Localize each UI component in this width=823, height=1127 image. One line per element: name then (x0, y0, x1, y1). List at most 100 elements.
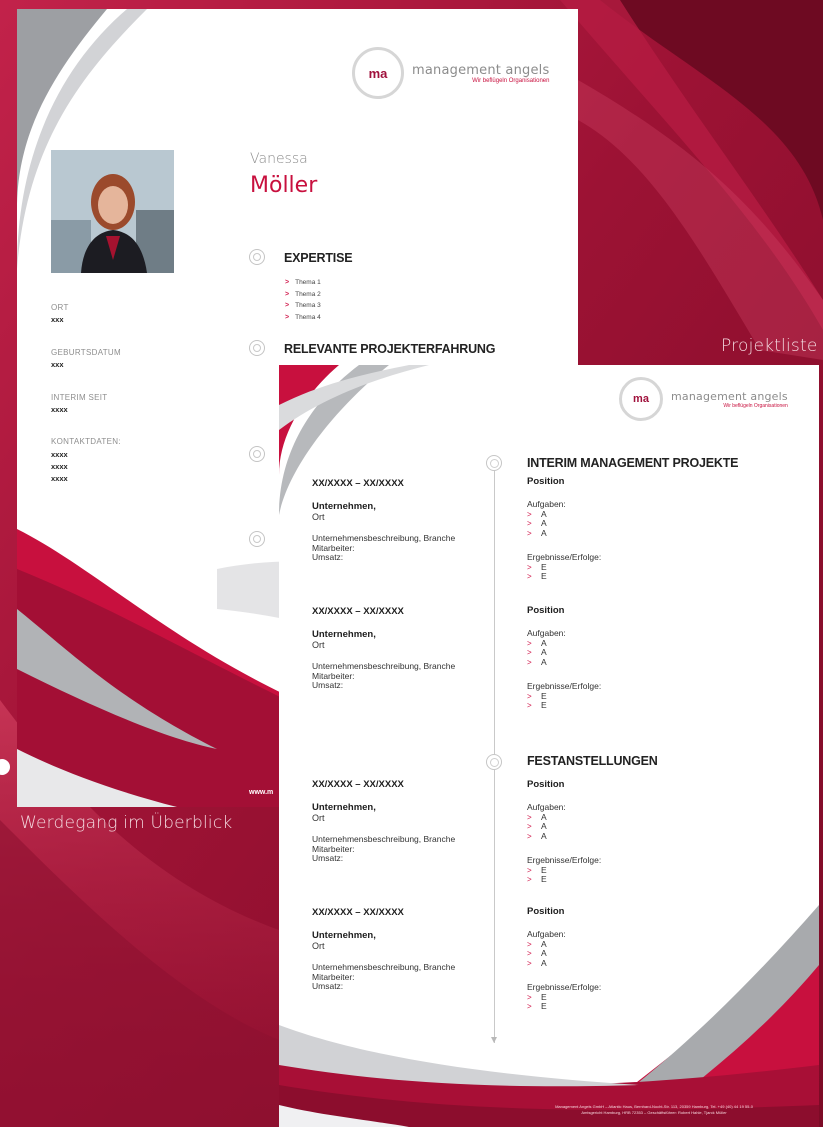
list-item: > A (527, 821, 547, 831)
list-item: > E (527, 561, 547, 572)
company-description: Unternehmensbeschreibung, Branche Mitarb… (312, 661, 456, 690)
chevron-right-icon: > (527, 831, 532, 841)
first-name: Vanessa (250, 151, 308, 167)
page-footer: Management Angels GmbH – Atlantic Haus, … (555, 1104, 753, 1115)
field-label-kontaktdaten: KONTAKTDATEN: (51, 437, 121, 446)
list-item: > Thema 2 (285, 289, 321, 301)
chevron-right-icon: > (527, 638, 532, 648)
ergebnisse-label: Ergebnisse/Erfolge: (527, 855, 602, 865)
chevron-right-icon: > (527, 648, 532, 657)
field-value-interim-seit: xxxx (51, 405, 68, 414)
company-location: Ort (312, 813, 325, 823)
project-date: XX/XXXX – XX/XXXX (312, 907, 404, 918)
field-value-ort: xxx (51, 315, 64, 324)
project-entry-left: XX/XXXX – XX/XXXX Unternehmen, Ort Unter… (312, 478, 487, 563)
logo-mark-icon: ma (619, 377, 663, 421)
list-item: > Thema 4 (285, 312, 321, 324)
website-link[interactable]: www.m (249, 789, 273, 796)
timeline-line (494, 461, 495, 1043)
expertise-topic-list: > Thema 1 > Thema 2 > Thema 3 > Thema 4 (285, 277, 321, 323)
project-date: XX/XXXX – XX/XXXX (312, 779, 404, 790)
handshake-icon (249, 340, 265, 356)
chevron-right-icon: > (527, 519, 532, 528)
company-location: Ort (312, 512, 325, 522)
list-item: > A (527, 656, 547, 667)
logo: ma management angels Wir beflügeln Organ… (352, 47, 549, 99)
section-title-relevant: RELEVANTE PROJEKTERFAHRUNG (284, 342, 496, 356)
project-date: XX/XXXX – XX/XXXX (312, 606, 404, 617)
position-title: Position (527, 605, 565, 616)
lightbulb-icon (249, 249, 265, 265)
company-name: Unternehmen, (312, 629, 376, 640)
project-entry-right: Position Aufgaben: > A > A > A Ergebnisse/E… (527, 605, 787, 711)
project-date: XX/XXXX – XX/XXXX (312, 478, 404, 489)
project-entry-right: Position Aufgaben: > A > A > A Ergebnisse/E… (527, 779, 787, 885)
position-title: Position (527, 476, 565, 487)
field-value-kontakt-2: xxxx (51, 462, 68, 471)
aufgaben-label: Aufgaben: (527, 929, 566, 939)
field-value-kontakt-3: xxxx (51, 474, 68, 483)
aufgaben-label: Aufgaben: (527, 499, 566, 509)
list-item: > A (527, 948, 547, 958)
project-entry-right: Position Aufgaben: > A > A > A Ergebnisse/E… (527, 906, 787, 1012)
chevron-right-icon: > (527, 865, 532, 875)
chevron-right-icon: > (527, 875, 532, 884)
chevron-right-icon: > (285, 302, 290, 309)
field-label-interim-seit: INTERIM SEIT (51, 393, 108, 402)
person-portrait-icon (51, 150, 174, 273)
certificate-icon (249, 531, 265, 547)
list-item: > A (527, 938, 547, 949)
project-entry-left: XX/XXXX – XX/XXXX Unternehmen, Ort Unter… (312, 907, 487, 992)
list-item: > A (527, 957, 547, 968)
logo-tagline: Wir beflügeln Organisationen (723, 402, 788, 409)
chevron-right-icon: > (527, 939, 532, 949)
project-entry-left: XX/XXXX – XX/XXXX Unternehmen, Ort Unter… (312, 606, 487, 691)
chevron-right-icon: > (285, 279, 290, 286)
list-item: > A (527, 830, 547, 841)
document-icon (249, 446, 265, 462)
logo-tagline: Wir beflügeln Organisationen (472, 77, 550, 84)
position-title: Position (527, 906, 565, 917)
section-title-expertise: EXPERTISE (284, 251, 353, 265)
list-item: > E (527, 690, 547, 701)
document-icon (486, 455, 502, 471)
chevron-right-icon: > (527, 1002, 532, 1011)
field-label-geburtsdatum: GEBURTSDATUM (51, 348, 121, 357)
list-item: > A (527, 527, 547, 538)
arrow-down-icon (491, 1037, 497, 1043)
position-title: Position (527, 779, 565, 790)
document-icon (486, 754, 502, 770)
chevron-right-icon: > (527, 958, 532, 968)
caption-projektliste: Projektliste (721, 336, 818, 356)
list-item: > E (527, 874, 547, 884)
list-item: > E (527, 1001, 547, 1011)
list-item: > Thema 3 (285, 300, 321, 312)
company-location: Ort (312, 941, 325, 951)
list-item: > A (527, 637, 547, 648)
chevron-right-icon: > (527, 691, 532, 701)
chevron-right-icon: > (527, 509, 532, 519)
ergebnisse-label: Ergebnisse/Erfolge: (527, 982, 602, 992)
last-name: Möller (250, 173, 318, 198)
section-title-festanstellungen: FESTANSTELLUNGEN (527, 754, 658, 768)
company-name: Unternehmen, (312, 930, 376, 941)
chevron-right-icon: > (527, 949, 532, 958)
list-item: > Thema 1 (285, 277, 321, 289)
chevron-right-icon: > (527, 657, 532, 667)
chevron-right-icon: > (527, 812, 532, 822)
aufgaben-label: Aufgaben: (527, 628, 566, 638)
list-item: > E (527, 700, 547, 710)
profile-photo (51, 150, 174, 273)
list-item: > A (527, 647, 547, 657)
ergebnisse-label: Ergebnisse/Erfolge: (527, 552, 602, 562)
field-value-kontakt-1: xxxx (51, 450, 68, 459)
company-location: Ort (312, 640, 325, 650)
logo-name: management angels (412, 62, 550, 78)
list-item: > E (527, 991, 547, 1002)
logo: ma management angels Wir beflügeln Organ… (619, 377, 788, 421)
chevron-right-icon: > (527, 701, 532, 710)
section-title-interim: INTERIM MANAGEMENT PROJEKTE (527, 456, 739, 470)
list-item: > A (527, 811, 547, 822)
list-item: > E (527, 864, 547, 875)
list-item: > A (527, 518, 547, 528)
